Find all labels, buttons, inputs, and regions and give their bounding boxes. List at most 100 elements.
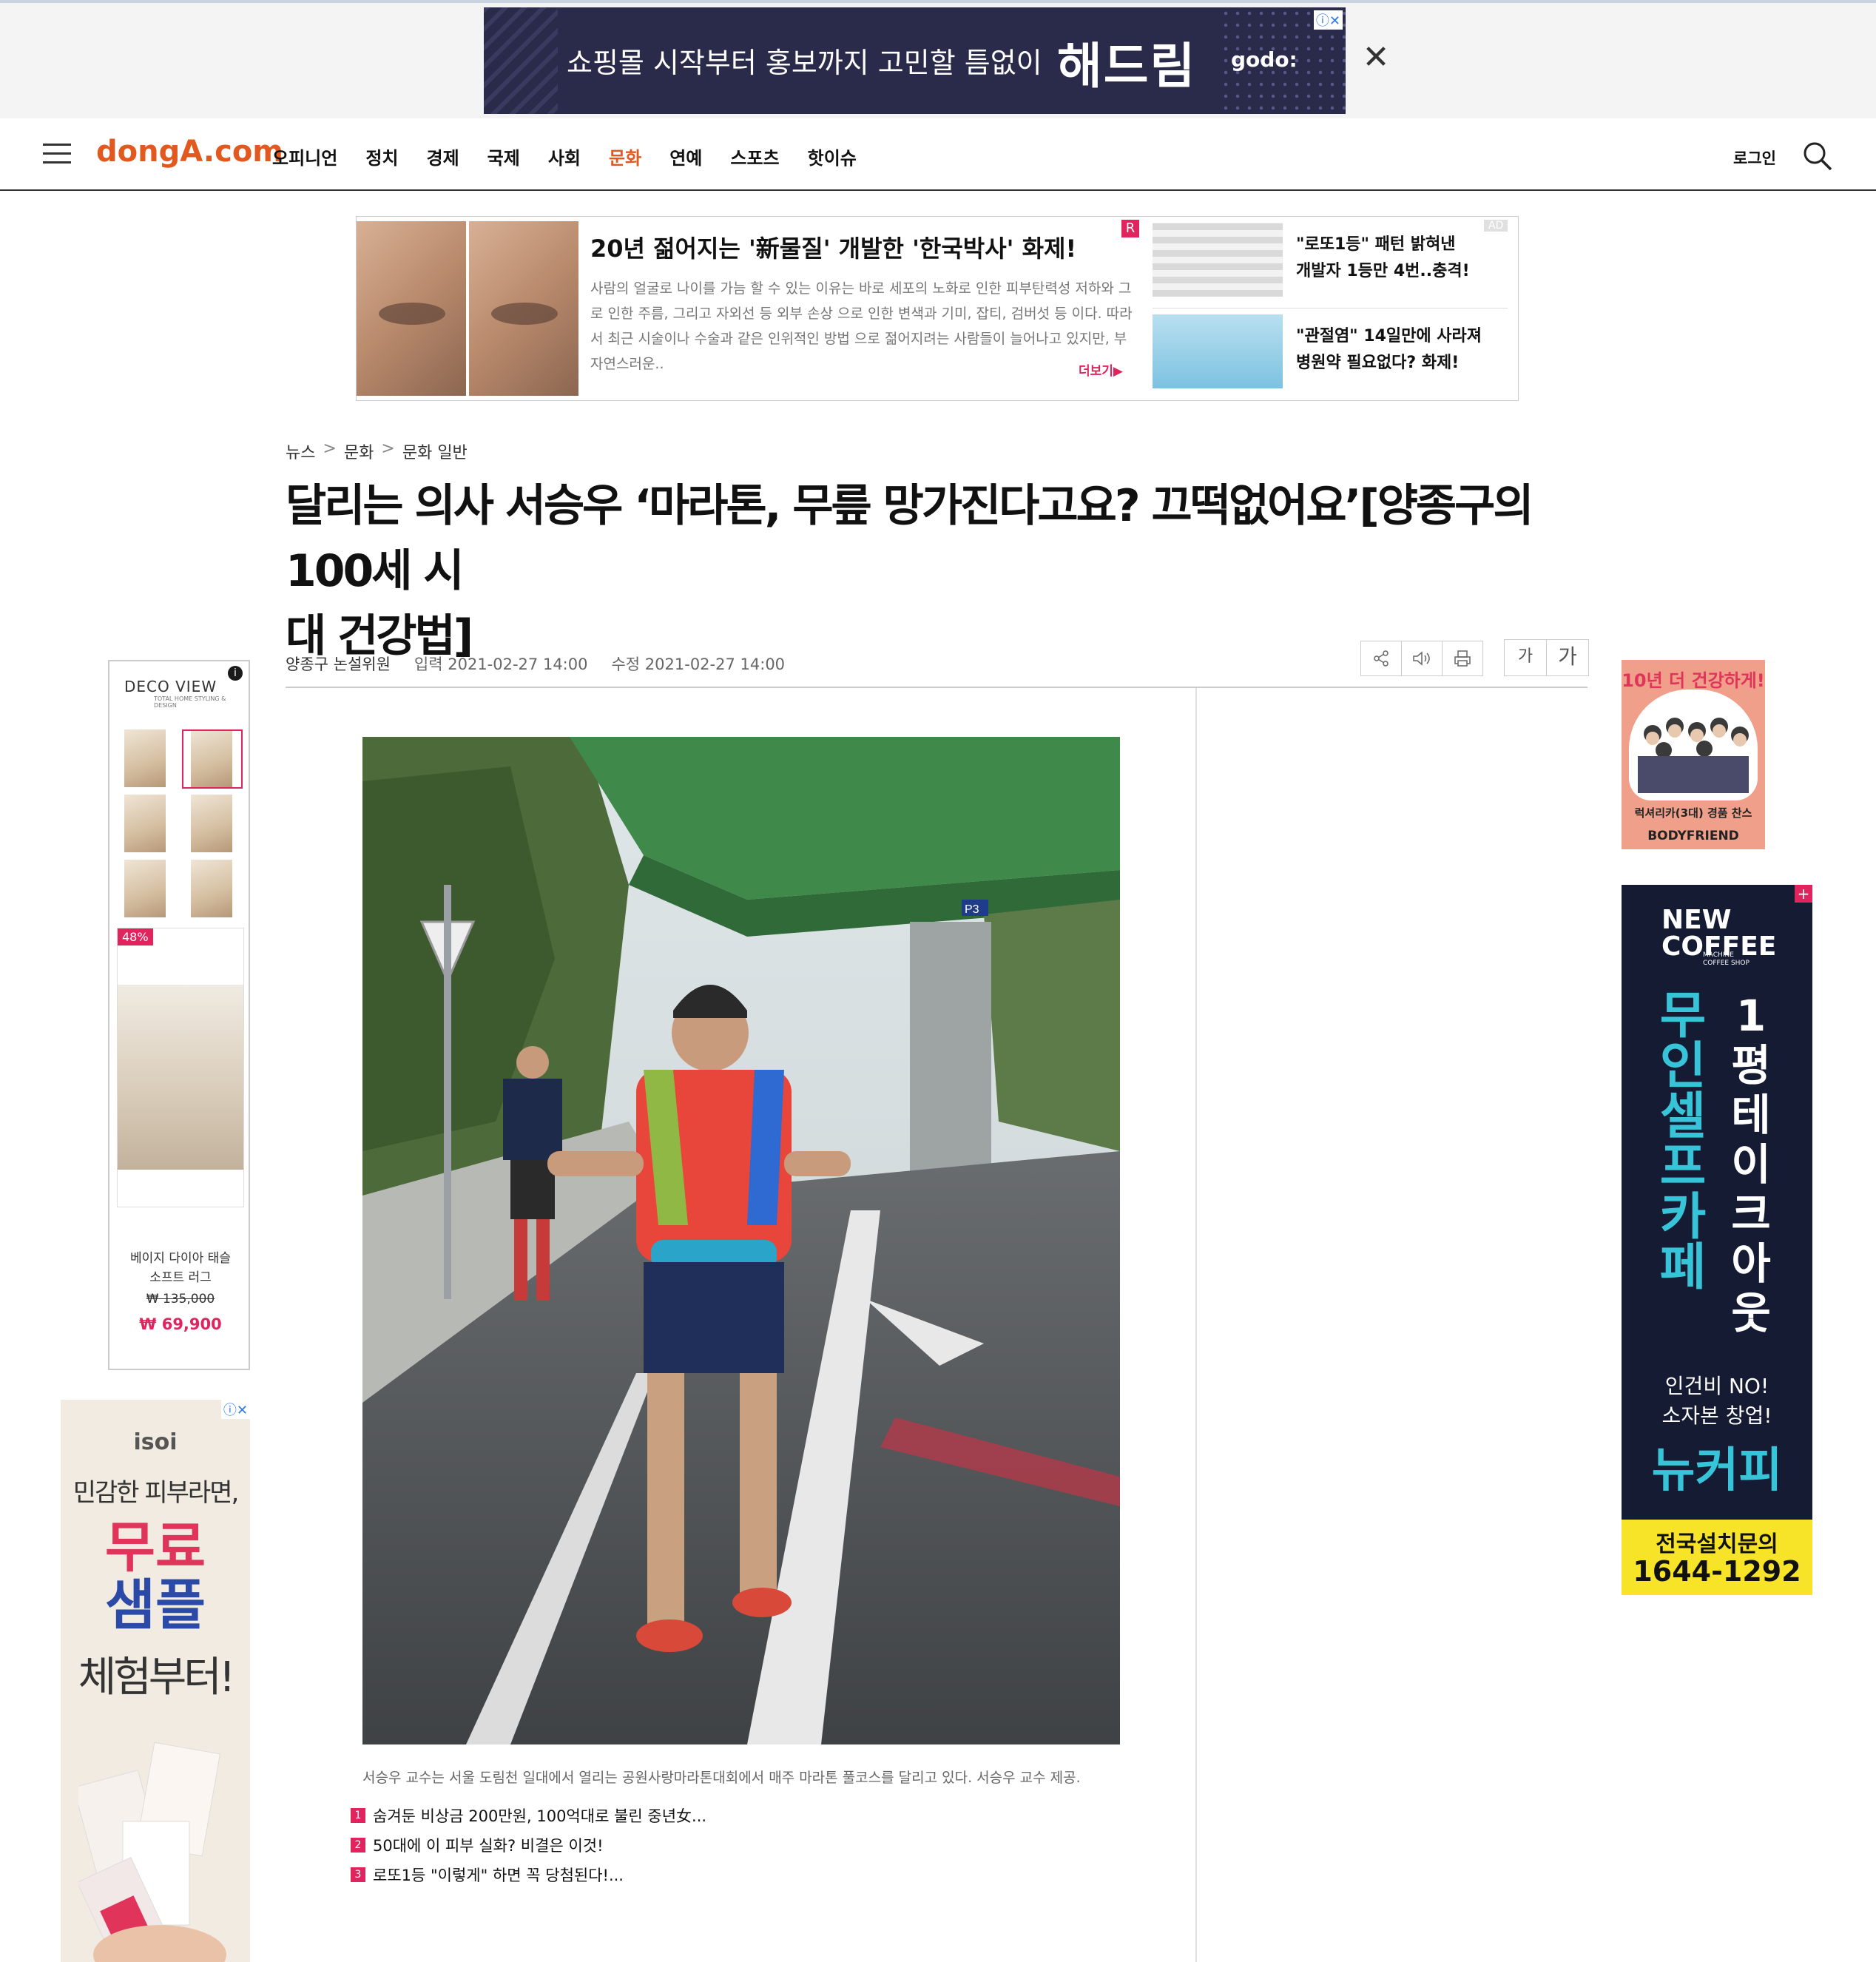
- adchoices-icon[interactable]: ⓘ✕: [220, 1400, 250, 1419]
- close-icon[interactable]: ✕: [1361, 41, 1391, 74]
- breadcrumb-item-news[interactable]: 뉴스: [286, 439, 315, 463]
- article-meta: 양종구 논설위원 입력 2021-02-27 14:00 수정 2021-02-…: [286, 653, 785, 675]
- related-link-text[interactable]: 50대에 이 피부 실화? 비결은 이것!: [373, 1834, 604, 1856]
- related-link[interactable]: 1 숨겨둔 비상금 200만원, 100억대로 불린 중년女...: [351, 1801, 706, 1830]
- bodyfriend-title: 10년 더 건강하게!: [1622, 670, 1765, 691]
- font-decrease-button[interactable]: 가: [1504, 639, 1547, 676]
- product-thumbnail[interactable]: [191, 860, 232, 917]
- side-ad-thumbnail: [1153, 223, 1283, 297]
- ad-image-after: [469, 221, 578, 396]
- bodyfriend-ad[interactable]: 10년 더 건강하게! 럭셔리카(3대) 경품 찬스 BODYFRIEND: [1622, 660, 1765, 849]
- nav-item-opinion[interactable]: 오피니언: [272, 144, 337, 169]
- coffee-phone[interactable]: 1644-1292: [1622, 1555, 1812, 1588]
- speaker-icon[interactable]: [1401, 641, 1443, 676]
- nav-item-entertainment[interactable]: 연예: [669, 144, 702, 169]
- article-author[interactable]: 양종구 논설위원: [286, 653, 391, 675]
- coffee-line: 소자본 창업!: [1661, 1403, 1772, 1428]
- font-increase-button[interactable]: 가: [1546, 639, 1589, 676]
- top-ad-logo: godo:: [1231, 47, 1298, 72]
- related-link[interactable]: 2 50대에 이 피부 실화? 비결은 이것!: [351, 1830, 706, 1860]
- coffee-vertical-text: 1평 테이 크아 웃: [1731, 991, 1771, 1338]
- coffee-logo-sub: MACHINE COFFEE SHOP: [1703, 951, 1750, 967]
- breadcrumb-item-culture[interactable]: 문화: [344, 439, 374, 463]
- product-thumbnail[interactable]: [124, 729, 166, 787]
- newcoffee-ad[interactable]: + NEW COFFEE MACHINE COFFEE SHOP 무인 셀프 카…: [1622, 885, 1812, 1595]
- isoi-ad[interactable]: ⓘ✕ isoi 민감한 피부라면, 무료 샘플 체험부터!: [61, 1400, 250, 1962]
- native-ad-title[interactable]: 20년 젊어지는 '新물질' 개발한 '한국박사' 화제!: [590, 230, 1076, 264]
- info-icon[interactable]: i: [228, 666, 243, 681]
- related-link-text[interactable]: 숨겨둔 비상금 200만원, 100억대로 불린 중년女...: [373, 1804, 706, 1827]
- top-ad-headline: 쇼핑몰 시작부터 홍보까지 고민할 틈없이: [567, 47, 1042, 79]
- search-icon[interactable]: [1802, 141, 1833, 172]
- decoview-ad[interactable]: i DECO VIEW TOTAL HOME STYLING & DESIGN …: [108, 660, 250, 1370]
- article-tools: [1360, 641, 1483, 676]
- related-link-text[interactable]: 로또1등 "이렇게" 하면 꼭 당첨된다!...: [373, 1864, 624, 1886]
- column-divider: [1195, 688, 1197, 1962]
- page: 쇼핑몰 시작부터 홍보까지 고민할 틈없이 해드림 godo: ⓘ✕ ✕ don…: [0, 0, 1876, 1962]
- sample-packs-image: [72, 1733, 226, 1962]
- breadcrumb-item-culture-general[interactable]: 문화 일반: [402, 439, 468, 463]
- ad-decoration: [484, 7, 558, 114]
- native-ad-more-link[interactable]: 더보기▶: [1079, 360, 1123, 379]
- related-link-number: 1: [351, 1808, 365, 1823]
- hamburger-menu-icon[interactable]: [43, 144, 71, 164]
- native-ad-body: 사람의 얼굴로 나이를 가늠 할 수 있는 이유는 바로 세포의 노화로 인한 …: [590, 280, 1133, 372]
- breadcrumb: 뉴스 > 문화 > 문화 일반: [286, 439, 468, 463]
- photo-caption: 서승우 교수는 서울 도림천 일대에서 열리는 공원사랑마라톤대회에서 매주 마…: [362, 1770, 1081, 1786]
- coffee-footer: 전국설치문의 1644-1292: [1622, 1520, 1812, 1595]
- divider: [286, 687, 1587, 688]
- nav-item-international[interactable]: 국제: [487, 144, 520, 169]
- top-ad-brand: 해드림: [1057, 38, 1197, 95]
- font-size-tools: 가 가: [1504, 639, 1589, 676]
- side-ad-item[interactable]: "로또1등" 패턴 밝혀낸 개발자 1등만 4번..충격!: [1153, 217, 1508, 309]
- side-ad-item[interactable]: "관절염" 14일만에 사라져 병원약 필요없다? 화제!: [1153, 309, 1508, 388]
- product-name: 베이지 다이아 태슬 소프트 러그: [130, 1251, 231, 1285]
- coffee-footer-label: 전국설치문의: [1656, 1531, 1778, 1557]
- isoi-line: 무료: [104, 1516, 206, 1580]
- nav-item-economy[interactable]: 경제: [427, 144, 459, 169]
- product-thumbnail[interactable]: [191, 795, 232, 852]
- main-nav: dongA.com 오피니언 정치 경제 국제 사회 문화 연예 스포츠 핫이슈…: [0, 118, 1876, 191]
- login-link[interactable]: 로그인: [1733, 146, 1776, 169]
- bodyfriend-line: 럭셔리카(3대) 경품 찬스: [1634, 806, 1752, 820]
- related-link-number: 2: [351, 1838, 365, 1853]
- nav-menu: 오피니언 정치 경제 국제 사회 문화 연예 스포츠 핫이슈: [272, 144, 885, 169]
- article-input-date: 입력 2021-02-27 14:00: [414, 655, 588, 673]
- share-icon[interactable]: [1360, 641, 1402, 676]
- article-photo[interactable]: P3: [362, 737, 1120, 1744]
- ad-image-before: [357, 221, 466, 396]
- product-thumbnail[interactable]: [124, 860, 166, 917]
- related-link[interactable]: 3 로또1등 "이렇게" 하면 꼭 당첨된다!...: [351, 1860, 706, 1889]
- bodyfriend-brand: BODYFRIEND: [1647, 829, 1739, 843]
- adchoices-icon[interactable]: ⓘ✕: [1313, 10, 1343, 30]
- nav-item-politics[interactable]: 정치: [365, 144, 398, 169]
- isoi-line: 체험부터!: [78, 1653, 236, 1702]
- product-price: ₩ 69,900: [139, 1315, 222, 1333]
- site-logo[interactable]: dongA.com: [96, 135, 283, 169]
- nav-item-culture[interactable]: 문화: [609, 144, 641, 169]
- side-ad-text: "로또1등" 패턴 밝혀낸 개발자 1등만 4번..충격!: [1296, 235, 1470, 280]
- nav-item-sports[interactable]: 스포츠: [730, 144, 779, 169]
- breadcrumb-separator: >: [323, 439, 337, 458]
- side-ad-thumbnail: [1153, 314, 1283, 388]
- product-main-image[interactable]: 48%: [117, 928, 244, 1207]
- group-photo: [1630, 704, 1756, 793]
- coffee-vertical-text: 무인 셀프 카페: [1659, 987, 1707, 1297]
- coffee-line: 인건비 NO!: [1664, 1374, 1769, 1398]
- top-banner-ad[interactable]: 쇼핑몰 시작부터 홍보까지 고민할 틈없이 해드림 godo: ⓘ✕: [484, 7, 1346, 114]
- article-headline: 달리는 의사 서승우 ‘마라톤, 무릎 망가진다고요? 끄떡없어요’[양종구의 …: [286, 480, 1534, 662]
- breadcrumb-separator: >: [381, 439, 395, 458]
- discount-badge: 48%: [118, 928, 153, 945]
- nav-item-society[interactable]: 사회: [548, 144, 581, 169]
- related-links: 1 숨겨둔 비상금 200만원, 100억대로 불린 중년女... 2 50대에…: [351, 1801, 706, 1889]
- print-icon[interactable]: [1442, 641, 1483, 676]
- related-link-number: 3: [351, 1867, 365, 1882]
- plus-icon[interactable]: +: [1795, 885, 1812, 903]
- deco-logo: DECO VIEW: [124, 678, 217, 695]
- side-ad-text: "관절염" 14일만에 사라져 병원약 필요없다? 화제!: [1296, 327, 1482, 372]
- top-ad-strip: 쇼핑몰 시작부터 홍보까지 고민할 틈없이 해드림 godo: ⓘ✕ ✕: [0, 0, 1876, 118]
- product-thumbnail-selected[interactable]: [182, 729, 243, 789]
- native-ad-block[interactable]: 20년 젊어지는 '新물질' 개발한 '한국박사' 화제! 사람의 얼굴로 나이…: [356, 216, 1519, 401]
- nav-item-hot-issue[interactable]: 핫이슈: [808, 144, 857, 169]
- product-thumbnail[interactable]: [124, 795, 166, 852]
